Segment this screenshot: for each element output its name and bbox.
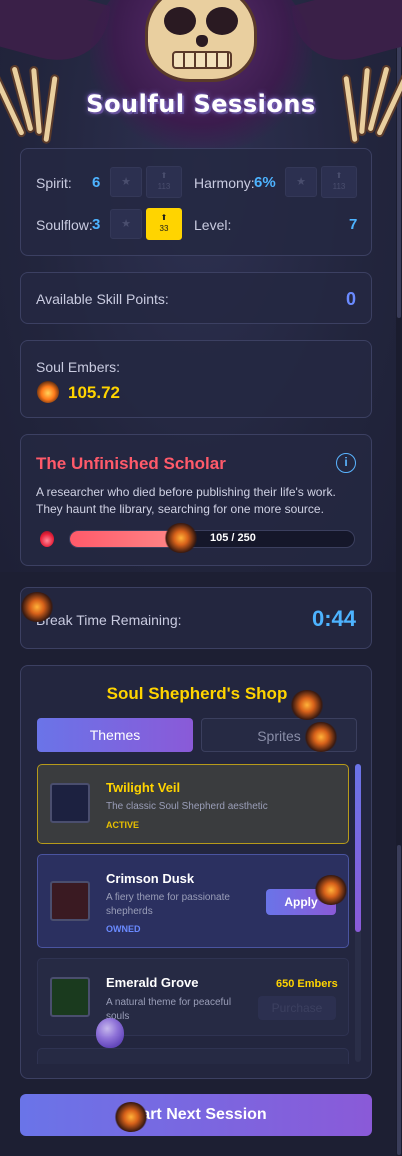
theme-price: 650 Embers — [276, 978, 338, 990]
soulflow-value: 3 — [92, 216, 101, 233]
theme-item-twilight-veil[interactable]: Twilight Veil The classic Soul Shepherd … — [37, 764, 349, 844]
purchase-theme-button[interactable]: Purchase — [258, 996, 336, 1020]
skull-teeth — [172, 51, 232, 69]
harmony-label: Harmony: — [194, 175, 255, 191]
soulflow-upgrade-cost: 33 — [159, 224, 169, 233]
theme-list-scrollbar-thumb[interactable] — [355, 764, 361, 932]
stats-card: Spirit: 6 ★ ⬆ 113 Harmony: 6% ★ ⬆ 113 So… — [20, 148, 372, 256]
spirit-upgrade-cost: 113 — [157, 182, 171, 191]
flying-ember-icon — [114, 1102, 148, 1132]
skull-eye-right — [206, 7, 238, 35]
flying-ember-icon — [164, 523, 198, 553]
skill-points-card: Available Skill Points: 0 — [20, 272, 372, 324]
spirit-upgrade-button[interactable]: ⬆ 113 — [146, 166, 182, 198]
theme-item-crimson-dusk[interactable]: Crimson Dusk A fiery theme for passionat… — [37, 854, 349, 948]
spirit-star-icon[interactable]: ★ — [110, 167, 142, 197]
theme-swatch — [50, 881, 90, 921]
soul-progress-text: 105 / 250 — [210, 532, 256, 544]
skull-nose — [196, 35, 208, 47]
soulflow-label: Soulflow: — [36, 217, 93, 233]
theme-name: Twilight Veil — [106, 780, 181, 795]
theme-description: A natural theme for peaceful souls — [106, 997, 232, 1022]
soul-gem-icon — [96, 1018, 124, 1048]
theme-item-emerald-grove[interactable]: Emerald Grove A natural theme for peacef… — [37, 958, 349, 1036]
tab-themes[interactable]: Themes — [37, 718, 193, 752]
skill-points-label: Available Skill Points: — [36, 291, 169, 307]
spirit-value: 6 — [92, 174, 101, 191]
soulflow-upgrade-button[interactable]: ⬆ 33 — [146, 208, 182, 240]
harmony-upgrade-button[interactable]: ⬆ 113 — [321, 166, 357, 198]
soul-embers-label: Soul Embers: — [36, 359, 121, 375]
skull-eye-left — [164, 7, 196, 35]
current-soul-card: The Unfinished Scholar i A researcher wh… — [20, 434, 372, 566]
soul-embers-card: Soul Embers: 105.72 — [20, 340, 372, 418]
flying-ember-icon — [304, 722, 338, 752]
theme-description: A fiery theme for passionate shepherds — [106, 892, 230, 917]
soul-description: A researcher who died before publishing … — [36, 485, 336, 516]
reaper-header-art — [0, 0, 402, 150]
theme-name: Crimson Dusk — [106, 871, 195, 886]
flying-ember-icon — [314, 875, 348, 905]
level-value: 7 — [349, 216, 358, 233]
theme-name: Emerald Grove — [106, 975, 199, 990]
theme-swatch — [50, 977, 90, 1017]
soul-name: The Unfinished Scholar — [36, 454, 226, 473]
ember-icon — [37, 381, 59, 403]
theme-status-badge: OWNED — [106, 924, 141, 934]
arrow-up-icon: ⬆ — [335, 171, 343, 180]
soulflow-star-icon[interactable]: ★ — [110, 209, 142, 239]
break-timer-label: Break Time Remaining: — [36, 612, 182, 628]
theme-item-partial[interactable] — [37, 1048, 349, 1064]
panel-scrollbar-thumb[interactable] — [397, 845, 401, 1155]
harmony-upgrade-cost: 113 — [332, 182, 346, 191]
soul-embers-value: 105.72 — [68, 383, 120, 402]
info-icon[interactable]: i — [336, 453, 356, 473]
flying-ember-icon — [290, 690, 324, 720]
arrow-up-icon: ⬆ — [160, 171, 168, 180]
break-timer-value: 0:44 — [311, 606, 356, 631]
flying-ember-icon — [20, 592, 54, 622]
break-timer-card: Break Time Remaining: 0:44 — [20, 587, 372, 649]
skill-points-value: 0 — [345, 289, 356, 309]
theme-status-badge: ACTIVE — [106, 820, 140, 830]
soul-flame-icon — [40, 531, 54, 547]
harmony-value: 6% — [254, 174, 276, 191]
theme-swatch — [50, 783, 90, 823]
start-next-session-button[interactable]: Start Next Session — [20, 1094, 372, 1136]
harmony-star-icon[interactable]: ★ — [285, 167, 317, 197]
app-title: Soulful Sessions — [86, 90, 316, 118]
theme-list-scrollbar[interactable] — [355, 764, 361, 1062]
soul-progress-bar: 105 / 250 — [69, 530, 355, 548]
spirit-label: Spirit: — [36, 175, 72, 191]
page-scrollbar[interactable] — [396, 0, 402, 1156]
level-label: Level: — [194, 217, 232, 233]
skull-icon — [145, 0, 257, 82]
theme-description: The classic Soul Shepherd aesthetic — [106, 801, 268, 812]
arrow-up-icon: ⬆ — [160, 213, 168, 222]
